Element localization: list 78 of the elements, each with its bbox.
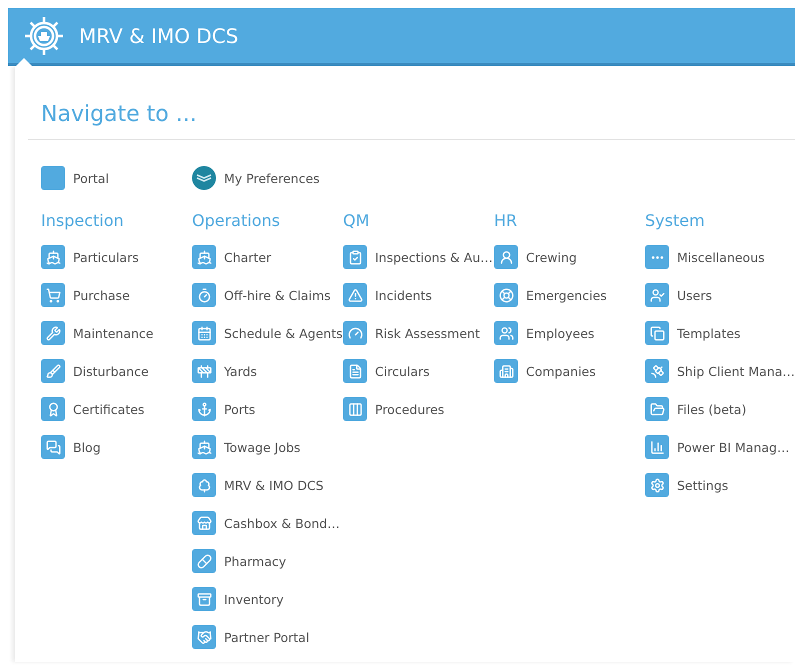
nav-link[interactable]: Templates (645, 314, 741, 352)
archive-icon (192, 587, 216, 611)
nav-link[interactable]: MRV & IMO DCS (192, 466, 324, 504)
people-icon (494, 321, 518, 345)
nav-link[interactable]: Certificates (41, 390, 144, 428)
nav-link[interactable]: Files (beta) (645, 390, 746, 428)
chart-icon (645, 435, 669, 459)
nav-link[interactable]: Pharmacy (192, 542, 286, 580)
ship-icon (192, 245, 216, 269)
nav-link[interactable]: Risk Assessment (343, 314, 480, 352)
section-title: Operations (192, 211, 281, 232)
satellite-icon (645, 359, 669, 383)
clipboard-icon (343, 245, 367, 269)
nav-link[interactable]: Disturbance (41, 352, 149, 390)
award-icon (41, 397, 65, 421)
nav-link[interactable]: Companies (494, 352, 596, 390)
nav-link[interactable]: Inventory (192, 580, 284, 618)
nav-link[interactable]: Off-hire & Claims (192, 276, 331, 314)
nav-link[interactable]: Ports (192, 390, 256, 428)
more-icon (645, 245, 669, 269)
nav-link[interactable]: Power BI Manag… (645, 428, 790, 466)
person-icon (494, 245, 518, 269)
nav-link[interactable]: Incidents (343, 276, 432, 314)
nav-link[interactable]: Miscellaneous (645, 238, 765, 276)
nav-link[interactable]: My Preferences (192, 159, 320, 197)
gauge-icon (343, 321, 367, 345)
tile-icon (41, 166, 65, 190)
folder-icon (645, 397, 669, 421)
nav-link[interactable]: Particulars (41, 238, 139, 276)
ship-wheel-icon (23, 14, 65, 56)
section-title: QM (343, 211, 370, 232)
chat-icon (41, 435, 65, 459)
pill-icon (192, 549, 216, 573)
warning-icon (343, 283, 367, 307)
nav-link[interactable]: Circulars (343, 352, 430, 390)
settings-icon (645, 473, 669, 497)
lifebuoy-icon (494, 283, 518, 307)
nav-link[interactable]: Procedures (343, 390, 444, 428)
nav-link[interactable]: Settings (645, 466, 728, 504)
nav-link[interactable]: Users (645, 276, 712, 314)
anchor-icon (192, 397, 216, 421)
nav-link[interactable]: Charter (192, 238, 272, 276)
brush-icon (41, 359, 65, 383)
nav-link[interactable]: Schedule & Agents (192, 314, 343, 352)
ship-icon (192, 435, 216, 459)
user-icon (645, 283, 669, 307)
barrier-icon (192, 359, 216, 383)
document-icon (343, 359, 367, 383)
copy-icon (645, 321, 669, 345)
app-title: MRV & IMO DCS (79, 24, 238, 48)
pointer-notch (16, 58, 32, 66)
nav-link[interactable]: Maintenance (41, 314, 154, 352)
stopwatch-icon (192, 283, 216, 307)
handshake-icon (192, 625, 216, 649)
nav-link[interactable]: Towage Jobs (192, 428, 300, 466)
nav-link[interactable]: Portal (41, 159, 109, 197)
nav-link[interactable]: Inspections & Au… (343, 238, 493, 276)
nav-link[interactable]: Blog (41, 428, 101, 466)
nav-link[interactable]: Ship Client Mana… (645, 352, 795, 390)
cart-icon (41, 283, 65, 307)
section-title: Inspection (41, 211, 125, 232)
tree-icon (192, 473, 216, 497)
ship-icon (41, 245, 65, 269)
nav-link[interactable]: Partner Portal (192, 618, 310, 656)
columns-icon (343, 397, 367, 421)
section-title: HR (494, 211, 518, 232)
nav-link[interactable]: Crewing (494, 238, 577, 276)
nav-link[interactable]: Employees (494, 314, 594, 352)
nav-link[interactable]: Purchase (41, 276, 130, 314)
wrench-icon (41, 321, 65, 345)
nav-link[interactable]: Yards (192, 352, 257, 390)
section-title: System (645, 211, 706, 232)
nav-link[interactable]: Cashbox & Bond… (192, 504, 340, 542)
building-icon (494, 359, 518, 383)
nav-link[interactable]: Emergencies (494, 276, 607, 314)
calendar-icon (192, 321, 216, 345)
panel-heading: Navigate to ... (41, 102, 198, 129)
store-icon (192, 511, 216, 535)
